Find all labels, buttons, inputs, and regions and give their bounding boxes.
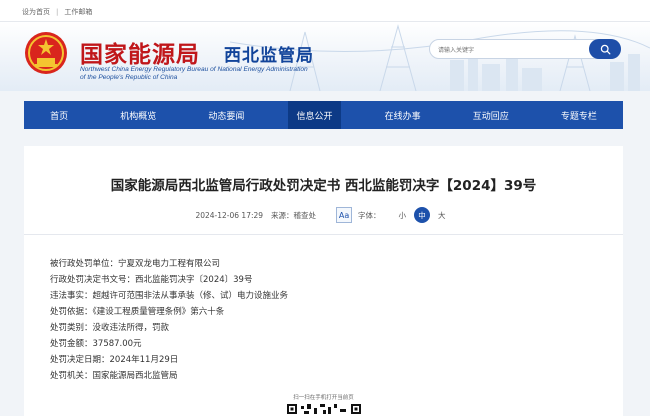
article-date: 2024-12-06 17:29 [195, 210, 264, 220]
article-source: 来源：稽查处 [271, 210, 317, 220]
top-utility-bar: 设为首页 | 工作邮箱 [0, 0, 650, 22]
nav-item-about[interactable]: 机构概览 [112, 101, 164, 129]
nav-item-news[interactable]: 动态要闻 [200, 101, 252, 129]
nav-item-info-disclosure[interactable]: 信息公开 [288, 101, 341, 129]
violation-facts-line: 违法事实：超越许可范围非法从事承装（修、试）电力设施业务 [50, 291, 289, 301]
penalty-basis-line: 处罚依据：《建设工程质量管理条例》第六十条 [50, 307, 225, 317]
top-links-separator: | [56, 8, 59, 16]
penalty-type-line: 处罚类别：没收违法所得，罚款 [50, 323, 170, 333]
penalty-authority-line: 处罚机关：国家能源局西北监管局 [50, 371, 178, 381]
brand-en-line-2: of the People's Republic of China [80, 74, 178, 81]
font-size-medium-button[interactable]: 中 [414, 207, 431, 223]
brand-en-line-1: Northwest China Energy Regulatory Bureau… [80, 66, 308, 73]
penalized-entity-line: 被行政处罚单位：宁夏双龙电力工程有限公司 [50, 259, 221, 269]
brand-name-en: Northwest China Energy Regulatory Bureau… [80, 66, 308, 82]
work-mail-link[interactable]: 工作邮箱 [64, 7, 92, 17]
article-divider [24, 234, 623, 235]
article-body: 被行政处罚单位：宁夏双龙电力工程有限公司 行政处罚决定书文号：西北监能罚决字〔2… [50, 256, 288, 384]
article-meta: 2024-12-06 17:29 来源：稽查处 Aa 字体： 小 中 大 [24, 206, 623, 224]
decision-number-line: 行政处罚决定书文号：西北监能罚决字〔2024〕39号 [50, 275, 253, 285]
brand-subtitle-cn: 西北监管局 [224, 46, 314, 66]
national-emblem-icon [25, 32, 67, 74]
top-links: 设为首页 | 工作邮箱 [22, 7, 92, 17]
font-size-small-button[interactable]: 小 [399, 210, 407, 221]
article-card: 国家能源局西北监管局行政处罚决定书 西北监能罚决字【2024】39号 2024-… [24, 146, 623, 416]
nav-item-interaction[interactable]: 互动回应 [465, 101, 517, 129]
nav-item-online-services[interactable]: 在线办事 [377, 101, 429, 129]
qr-code-icon [285, 402, 363, 416]
search-button[interactable] [589, 39, 621, 59]
font-size-icon[interactable]: Aa [336, 207, 353, 223]
set-homepage-link[interactable]: 设为首页 [22, 7, 50, 17]
search-input[interactable] [438, 44, 588, 56]
font-size-label: 字体： [358, 210, 381, 220]
main-nav-bar: 首页 机构概览 动态要闻 信息公开 在线办事 互动回应 专题专栏 [24, 101, 623, 129]
site-header: 国家能源局 西北监管局 Northwest China Energy Regul… [0, 22, 650, 91]
decision-date-line: 处罚决定日期：2024年11月29日 [50, 355, 179, 365]
nav-item-home[interactable]: 首页 [42, 101, 76, 129]
main-nav: 首页 机构概览 动态要闻 信息公开 在线办事 互动回应 专题专栏 [0, 101, 650, 129]
penalty-amount-line: 处罚金额：37587.00元 [50, 339, 142, 349]
article-title: 国家能源局西北监管局行政处罚决定书 西北监能罚决字【2024】39号 [110, 178, 537, 194]
brand-name-cn: 国家能源局 [80, 41, 200, 68]
qr-caption: 扫一扫在手机打开当前页 [293, 395, 354, 401]
search-icon [600, 44, 610, 54]
search-box [429, 39, 621, 59]
nav-item-special-topics[interactable]: 专题专栏 [553, 101, 605, 129]
font-size-large-button[interactable]: 大 [438, 210, 446, 221]
